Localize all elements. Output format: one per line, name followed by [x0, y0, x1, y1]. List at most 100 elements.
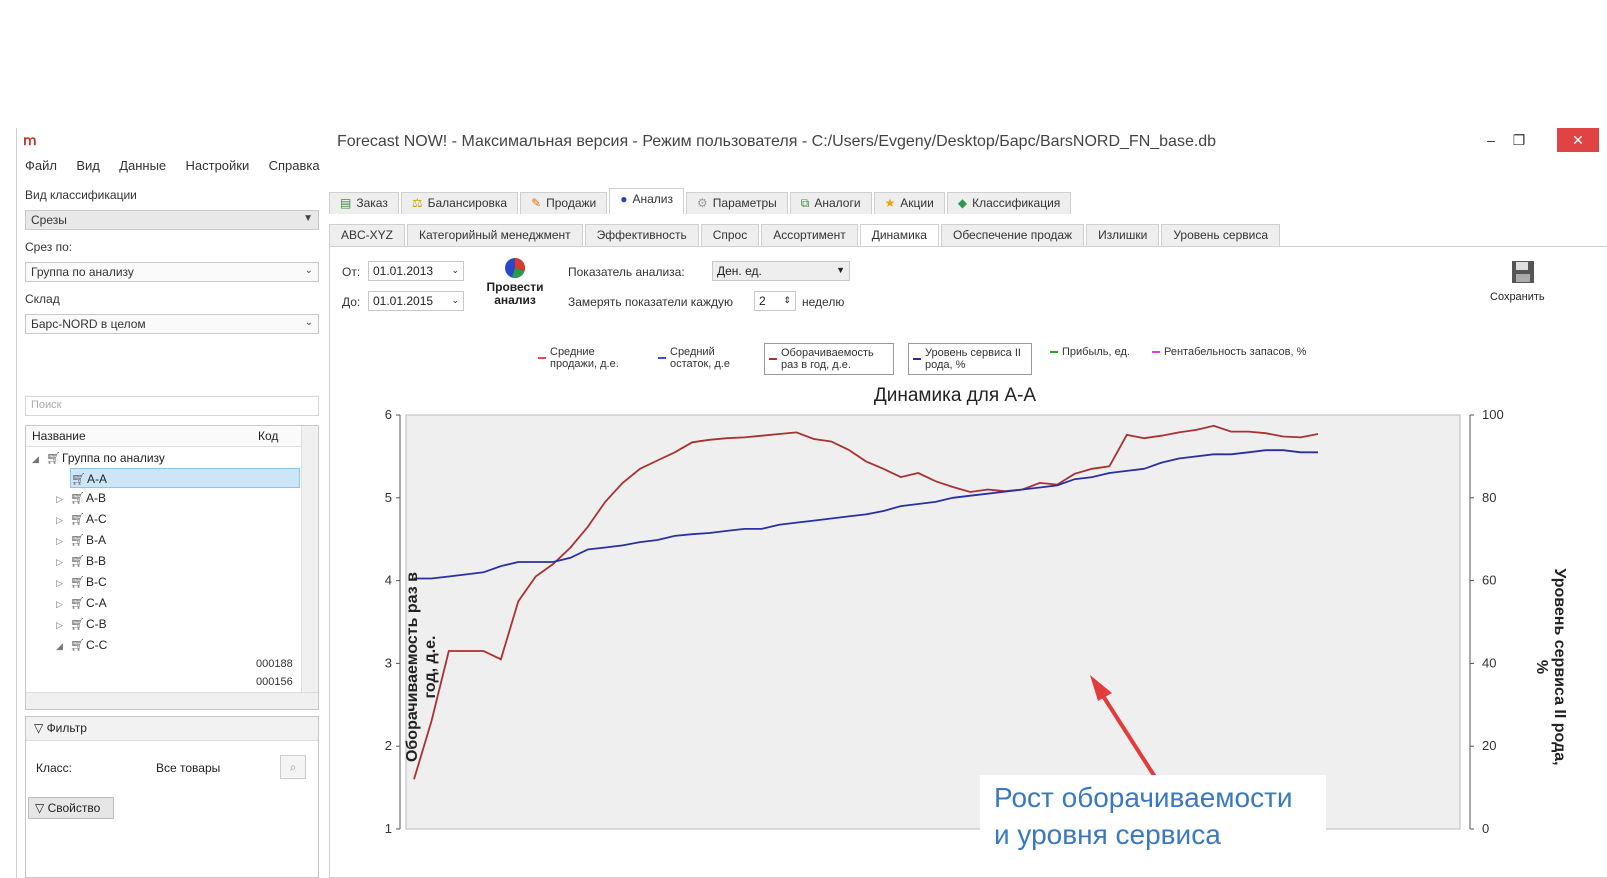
tree-item-b-b[interactable]: ▷ 🛒︎B-B [56, 551, 106, 571]
tab-order[interactable]: ▤ Заказ [329, 192, 399, 214]
menu-help[interactable]: Справка [261, 156, 328, 175]
property-button[interactable]: ▽ Свойство [28, 797, 114, 819]
tree-item-label: C-A [86, 596, 107, 610]
tab-sales[interactable]: ✎ Продажи [520, 192, 608, 214]
left-axis-tick-label: 3 [385, 655, 392, 670]
indicator-value: Ден. ед. [717, 264, 762, 278]
property-button-label: Свойство [47, 801, 101, 815]
tree-horizontal-scrollbar[interactable] [26, 692, 318, 709]
subtab-category-management[interactable]: Категорийный менеджмент [407, 224, 583, 246]
measure-stepper[interactable]: 2 ⇕ [754, 291, 796, 311]
plot-area [405, 414, 1461, 830]
legend-swatch [769, 358, 777, 360]
annotation-callout: Рост оборачиваемости и уровня сервиса [980, 775, 1326, 861]
search-input[interactable]: Поиск [25, 396, 319, 416]
tree-item-b-c[interactable]: ▷ 🛒︎B-C [56, 572, 107, 592]
from-date-picker[interactable]: 01.01.2013 ⌄ [368, 261, 464, 281]
tree-item-c-b[interactable]: ▷ 🛒︎C-B [56, 614, 107, 634]
tree-item-b-a[interactable]: ▷ 🛒︎B-A [56, 530, 106, 550]
right-y-axis-label: Уровень сервиса II рода, % [1533, 568, 1568, 766]
tab-balancing[interactable]: ⚖ Балансировка [400, 192, 519, 214]
dropdown-arrow-icon: ▼ [303, 213, 313, 224]
spin-arrows-icon[interactable]: ⇕ [783, 295, 791, 306]
menu-data[interactable]: Данные [111, 156, 174, 175]
legend-avg-sales[interactable]: Средние продажи, д.е. [534, 343, 640, 373]
tree-item-label: B-A [86, 533, 107, 547]
tab-promotions[interactable]: ★ Акции [873, 192, 945, 214]
classification-value: Срезы [31, 213, 67, 227]
legend-swatch [1050, 351, 1058, 354]
chevron-down-icon: ⌄ [304, 265, 313, 276]
subtab-efficiency[interactable]: Эффективность [584, 224, 699, 246]
save-icon[interactable] [1510, 259, 1536, 285]
collapse-icon[interactable]: ◢ [56, 636, 70, 656]
cart-icon: 🛒︎ [70, 575, 86, 589]
legend-turnover[interactable]: Оборачиваемость раз в год, д.е. [764, 343, 894, 375]
tree-item-c-c[interactable]: ◢ 🛒︎C-C [56, 635, 107, 655]
measure-label: Замерять показатели каждую [568, 295, 733, 309]
subtab-demand[interactable]: Спрос [700, 224, 760, 246]
cart-icon: 🛒︎ [70, 617, 86, 631]
left-axis-tick-label: 1 [385, 821, 392, 836]
main-panel: ▤ Заказ ⚖ Балансировка ✎ Продажи ● Анализ ⚙ Парам… [327, 188, 1607, 878]
right-axis-tick-label: 100 [1482, 407, 1504, 422]
subtab-dynamics[interactable]: Динамика [859, 224, 939, 246]
tree-vertical-scrollbar[interactable] [301, 426, 318, 709]
pie-chart-icon[interactable] [502, 257, 528, 279]
left-y-axis-label: Оборачиваемость раз в год, д.е. [404, 572, 439, 763]
tree-root[interactable]: ◢ 🛒︎Группа по анализу [32, 448, 165, 468]
tree-item-a-c[interactable]: ▷ 🛒︎A-C [56, 509, 107, 529]
indicator-select[interactable]: Ден. ед. ▼ [712, 261, 850, 281]
tab-classification[interactable]: ◆ Классификация [946, 192, 1072, 214]
expand-icon[interactable]: ▷ [56, 510, 70, 530]
expand-icon[interactable]: ▷ [56, 594, 70, 614]
subtab-abc-xyz[interactable]: ABC-XYZ [329, 224, 406, 246]
filter-header[interactable]: ▽ Фильтр [26, 717, 318, 741]
filter-panel: ▽ Фильтр Класс: Все товары ⌕ ▽ Свойство [25, 716, 319, 878]
legend-profit[interactable]: Прибыль, ед. [1046, 343, 1134, 361]
run-analysis-button[interactable]: Провести анализ [480, 281, 550, 307]
tab-analogs[interactable]: ⧉ Аналоги [789, 192, 872, 214]
to-date-picker[interactable]: 01.01.2015 ⌄ [368, 291, 464, 311]
tree-item-c-a[interactable]: ▷ 🛒︎C-A [56, 593, 107, 613]
menu-file[interactable]: Файл [17, 156, 65, 175]
forecast-now-logo-icon: ⅿ [23, 132, 37, 148]
collapse-icon[interactable]: ◢ [32, 449, 46, 469]
cart-icon: 🛒︎ [70, 638, 86, 652]
classification-icon: ◆ [957, 196, 968, 210]
tree-item-a-b[interactable]: ▷ 🛒︎A-B [56, 488, 106, 508]
subtab-assortment[interactable]: Ассортимент [761, 224, 858, 246]
menu-settings[interactable]: Настройки [178, 156, 258, 175]
expand-icon[interactable]: ▷ [56, 615, 70, 635]
tab-parameters[interactable]: ⚙ Параметры [686, 192, 788, 214]
chevron-down-icon: ⌄ [304, 317, 313, 328]
sub-tabs: ABC-XYZ Категорийный менеджмент Эффективно… [329, 224, 1282, 246]
gear-icon: ⚙ [697, 196, 708, 210]
subtab-sales-provision[interactable]: Обеспечение продаж [940, 224, 1085, 246]
classification-select[interactable]: Срезы ▼ [25, 210, 319, 230]
subtab-surplus[interactable]: Излишки [1086, 224, 1160, 246]
expand-icon[interactable]: ▷ [56, 552, 70, 572]
expand-icon[interactable]: ▷ [56, 489, 70, 509]
legend-swatch [658, 357, 666, 359]
slice-select[interactable]: Группа по анализу ⌄ [25, 262, 319, 282]
tab-analysis[interactable]: ● Анализ [609, 188, 685, 214]
tree-item-a-a[interactable]: 🛒︎A-A [70, 468, 300, 488]
warehouse-select[interactable]: Барс-NORD в целом ⌄ [25, 314, 319, 334]
expand-icon[interactable]: ▷ [56, 531, 70, 551]
save-button[interactable]: Сохранить [1490, 291, 1545, 303]
close-button[interactable]: ✕ [1557, 128, 1599, 152]
tree-col-code[interactable]: Код [258, 429, 278, 443]
expand-icon[interactable]: ▷ [56, 573, 70, 593]
legend-stock-profitability[interactable]: Рентабельность запасов, % [1148, 343, 1310, 361]
menu-view[interactable]: Вид [68, 156, 108, 175]
restore-button[interactable]: ❐ [1503, 128, 1535, 152]
legend-avg-stock[interactable]: Средний остаток, д.е [654, 343, 750, 373]
search-icon[interactable]: ⌕ [280, 755, 306, 779]
tree-item-label: A-A [87, 472, 108, 486]
filter-title: Фильтр [46, 721, 87, 735]
chevron-down-icon: ⌄ [451, 265, 459, 275]
legend-service-level[interactable]: Уровень сервиса II рода, % [908, 343, 1032, 375]
tree-col-name[interactable]: Название [32, 429, 86, 443]
subtab-service-level[interactable]: Уровень сервиса [1161, 224, 1281, 246]
